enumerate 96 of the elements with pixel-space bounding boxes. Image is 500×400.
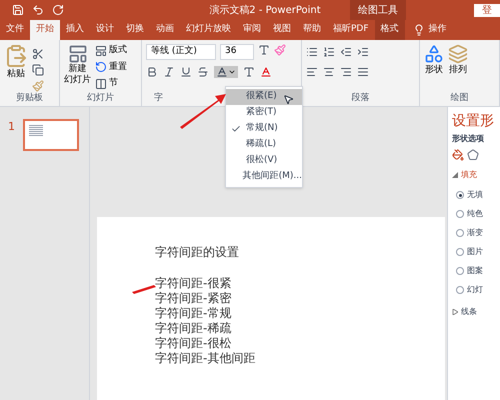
arrange-icon xyxy=(448,44,468,64)
reset-icon[interactable] xyxy=(95,61,107,74)
font-name-field[interactable]: 等线 (正文) xyxy=(146,44,216,60)
align-left-icon[interactable] xyxy=(306,66,318,78)
arrange-button[interactable]: 排列 xyxy=(448,44,468,92)
ribbon-tab[interactable]: 福昕PDF xyxy=(327,20,375,40)
shape-options-tab[interactable]: 形状选项 xyxy=(452,133,500,145)
pane-title: 设置形 xyxy=(452,112,495,131)
font-color-icon[interactable] xyxy=(260,66,272,78)
paste-button[interactable]: 粘贴 xyxy=(4,44,28,92)
slide-thumbnail[interactable] xyxy=(23,119,79,151)
underline-icon[interactable] xyxy=(180,66,192,78)
expand-caret-icon[interactable] xyxy=(452,309,458,315)
numbering-icon[interactable] xyxy=(323,46,335,58)
ribbon-tab[interactable]: 格式 xyxy=(374,20,405,40)
fill-option-label: 图案 xyxy=(467,265,483,277)
cut-icon[interactable] xyxy=(32,48,44,60)
ribbon-tab[interactable]: 开始 xyxy=(30,20,60,40)
slide-icon xyxy=(68,44,88,64)
ribbon-tab[interactable]: 文件 xyxy=(0,20,30,40)
ribbon-tab[interactable]: 切换 xyxy=(120,20,150,40)
radio-button[interactable] xyxy=(456,210,464,218)
redo-icon[interactable] xyxy=(52,4,64,16)
bold-icon[interactable] xyxy=(146,66,158,78)
ribbon-tab[interactable]: 视图 xyxy=(267,20,297,40)
shapes-icon xyxy=(424,44,444,64)
arrow xyxy=(132,283,156,295)
radio-button[interactable] xyxy=(456,286,464,294)
window-title: 演示文稿2 - PowerPoint xyxy=(208,4,322,18)
fill-option-label: 无填 xyxy=(467,189,483,201)
slide-text-line: 字符间距-很紧 xyxy=(155,276,232,291)
align-right-icon[interactable] xyxy=(340,66,352,78)
group-label: 字 xyxy=(154,92,163,105)
fill-option-label: 图片 xyxy=(467,246,483,258)
fill-option-label: 渐变 xyxy=(467,227,483,239)
ribbon-tab[interactable]: 设计 xyxy=(90,20,120,40)
menu-item[interactable]: 紧密(T) xyxy=(226,105,302,121)
tell-me-text[interactable]: 操作 xyxy=(428,23,447,37)
login-button[interactable]: 登 xyxy=(474,4,500,16)
fill-section-header[interactable]: 填充 xyxy=(461,169,477,181)
shapes-button[interactable]: 形状 xyxy=(424,44,444,92)
ribbon-tab[interactable]: 动画 xyxy=(150,20,180,40)
align-center-icon[interactable] xyxy=(323,66,335,78)
character-spacing-button[interactable] xyxy=(214,66,238,78)
menu-item[interactable]: 稀疏(L) xyxy=(226,137,302,153)
increase-indent-icon[interactable] xyxy=(357,46,369,58)
group-label: 绘图 xyxy=(450,92,470,105)
arrow xyxy=(178,92,228,130)
ribbon-tab[interactable]: 帮助 xyxy=(297,20,327,40)
slide-text-line: 字符间距-很松 xyxy=(155,336,232,351)
ribbon-tab[interactable]: 幻灯片放映 xyxy=(180,20,237,40)
slide-number: 1 xyxy=(8,119,15,135)
copy-icon[interactable] xyxy=(32,64,44,76)
slide-text-line: 字符间距-稀疏 xyxy=(155,321,232,336)
slide-title: 字符间距的设置 xyxy=(155,245,240,260)
decrease-indent-icon[interactable] xyxy=(340,46,352,58)
layout-button[interactable]: 版式 xyxy=(109,44,127,58)
radio-button[interactable] xyxy=(456,267,464,275)
ribbon-tab[interactable]: 插入 xyxy=(60,20,90,40)
strikethrough-icon[interactable] xyxy=(197,66,209,78)
radio-button[interactable] xyxy=(456,248,464,256)
fill-icon[interactable] xyxy=(452,149,464,161)
slide-text-line: 字符间距-紧密 xyxy=(155,291,232,306)
expand-caret-icon[interactable] xyxy=(452,172,458,178)
italic-icon[interactable] xyxy=(163,66,175,78)
radio-button[interactable] xyxy=(456,229,464,237)
fill-option-label: 幻灯 xyxy=(467,284,483,296)
menu-item[interactable]: 很松(V) xyxy=(226,153,302,169)
context-tab-group: 绘图工具 xyxy=(350,0,406,20)
font-size-field[interactable]: 36 xyxy=(220,44,254,60)
section-button[interactable]: 节 xyxy=(109,77,118,90)
slide-text-line: 字符间距-常规 xyxy=(155,306,232,321)
paste-icon xyxy=(4,44,28,68)
menu-item[interactable]: 常规(N) xyxy=(226,121,302,137)
menu-item[interactable]: 很紧(E) xyxy=(226,89,302,105)
menu-item[interactable]: 其他间距(M)... xyxy=(226,169,302,185)
mouse-pointer-icon xyxy=(283,94,294,105)
undo-icon[interactable] xyxy=(32,4,44,16)
fill-option-label: 纯色 xyxy=(467,208,483,220)
group-label: 段落 xyxy=(350,92,370,105)
justify-icon[interactable] xyxy=(357,66,369,78)
group-label: 剪贴板 xyxy=(15,92,44,105)
group-label: 幻灯片 xyxy=(86,92,115,105)
layout-icon[interactable] xyxy=(95,44,107,57)
save-icon[interactable] xyxy=(12,4,24,16)
pentagon-icon[interactable] xyxy=(467,149,479,161)
radio-button[interactable] xyxy=(456,191,464,199)
reset-button[interactable]: 重置 xyxy=(109,60,127,74)
new-slide-button[interactable]: 新建 幻灯片 xyxy=(64,44,91,92)
slide-text-line: 字符间距-其他间距 xyxy=(155,351,256,366)
line-section-header[interactable]: 线条 xyxy=(461,306,477,318)
ribbon-tab[interactable]: 审阅 xyxy=(237,20,267,40)
character-spacing-icon xyxy=(216,66,228,78)
check-icon xyxy=(231,124,241,134)
lightbulb-icon[interactable] xyxy=(412,24,425,36)
section-icon[interactable] xyxy=(95,78,107,90)
